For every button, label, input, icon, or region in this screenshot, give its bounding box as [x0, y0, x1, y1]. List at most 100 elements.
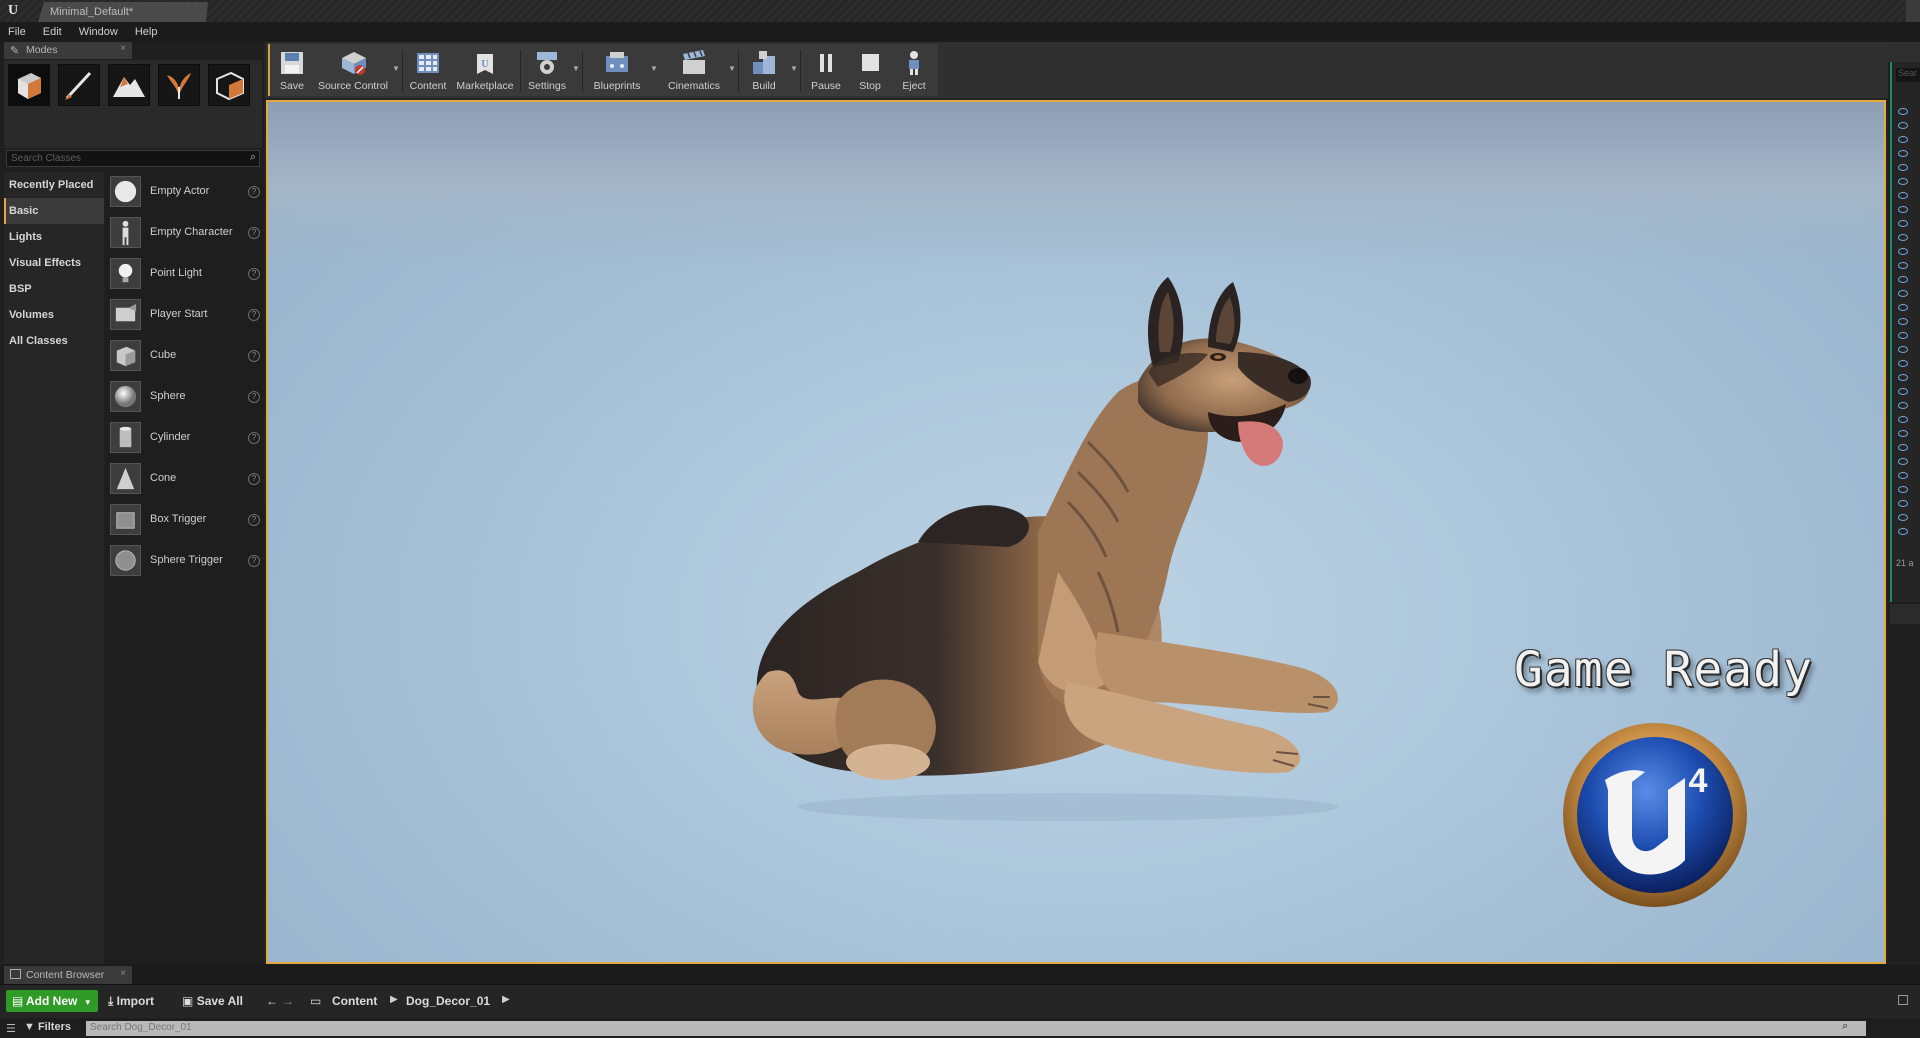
- dog-model-3d[interactable]: [738, 272, 1378, 842]
- lock-icon[interactable]: [1898, 995, 1908, 1005]
- visibility-eye-icon[interactable]: [1898, 206, 1908, 213]
- import-button[interactable]: ⤓ Import: [108, 994, 154, 1009]
- visibility-eye-icon[interactable]: [1898, 416, 1908, 423]
- geometry-mode-button[interactable]: [208, 64, 250, 106]
- forward-arrow-icon[interactable]: →: [282, 994, 294, 1008]
- blueprints-button[interactable]: Blueprints: [586, 46, 648, 96]
- help-icon[interactable]: ?: [248, 268, 260, 280]
- visibility-eye-icon[interactable]: [1898, 262, 1908, 269]
- sources-toggle-icon[interactable]: ☰: [6, 1022, 16, 1035]
- visibility-eye-icon[interactable]: [1898, 346, 1908, 353]
- visibility-eye-icon[interactable]: [1898, 528, 1908, 535]
- outliner-tab-strip[interactable]: [1888, 42, 1920, 62]
- category-volumes[interactable]: Volumes: [4, 302, 104, 328]
- help-icon[interactable]: ?: [248, 514, 260, 526]
- list-item[interactable]: Empty Character ?: [110, 215, 260, 251]
- visibility-eye-icon[interactable]: [1898, 444, 1908, 451]
- pause-button[interactable]: Pause: [806, 46, 846, 96]
- visibility-eye-icon[interactable]: [1898, 500, 1908, 507]
- close-icon[interactable]: ×: [120, 43, 126, 54]
- list-item[interactable]: Sphere ?: [110, 379, 260, 415]
- save-button[interactable]: Save: [272, 46, 312, 96]
- visibility-eye-icon[interactable]: [1898, 472, 1908, 479]
- source-control-button[interactable]: Source Control: [316, 46, 390, 96]
- list-item[interactable]: Cylinder ?: [110, 420, 260, 456]
- cinematics-button[interactable]: Cinematics: [660, 46, 728, 96]
- visibility-eye-icon[interactable]: [1898, 360, 1908, 367]
- help-icon[interactable]: ?: [248, 309, 260, 321]
- visibility-eye-icon[interactable]: [1898, 108, 1908, 115]
- level-document-tab[interactable]: Minimal_Default*: [38, 2, 208, 22]
- window-control-button[interactable]: [1906, 0, 1920, 22]
- list-item[interactable]: Sphere Trigger ?: [110, 543, 260, 579]
- help-icon[interactable]: ?: [248, 350, 260, 362]
- category-lights[interactable]: Lights: [4, 224, 104, 250]
- visibility-eye-icon[interactable]: [1898, 136, 1908, 143]
- visibility-eye-icon[interactable]: [1898, 304, 1908, 311]
- help-icon[interactable]: ?: [248, 473, 260, 485]
- visibility-eye-icon[interactable]: [1898, 276, 1908, 283]
- visibility-eye-icon[interactable]: [1898, 192, 1908, 199]
- paint-mode-button[interactable]: [58, 64, 100, 106]
- add-new-button[interactable]: ▤ Add New ▼: [6, 990, 98, 1012]
- help-icon[interactable]: ?: [248, 227, 260, 239]
- visibility-eye-icon[interactable]: [1898, 150, 1908, 157]
- marketplace-button[interactable]: U Marketplace: [454, 46, 516, 96]
- breadcrumb-separator-icon[interactable]: ▶: [502, 994, 510, 1005]
- breadcrumb-content[interactable]: Content: [332, 994, 377, 1008]
- visibility-eye-icon[interactable]: [1898, 332, 1908, 339]
- chevron-down-icon[interactable]: ▼: [790, 64, 798, 73]
- content-browser-tab[interactable]: Content Browser ×: [4, 966, 132, 984]
- visibility-eye-icon[interactable]: [1898, 164, 1908, 171]
- search-classes-input[interactable]: Search Classes ⌕: [6, 150, 260, 167]
- category-all-classes[interactable]: All Classes: [4, 328, 104, 354]
- visibility-eye-icon[interactable]: [1898, 514, 1908, 521]
- list-item[interactable]: Player Start ?: [110, 297, 260, 333]
- chevron-down-icon[interactable]: ▼: [392, 64, 400, 73]
- visibility-eye-icon[interactable]: [1898, 220, 1908, 227]
- visibility-eye-icon[interactable]: [1898, 178, 1908, 185]
- filters-button[interactable]: ▼ Filters: [24, 1021, 71, 1033]
- chevron-down-icon[interactable]: ▼: [650, 64, 658, 73]
- visibility-eye-icon[interactable]: [1898, 430, 1908, 437]
- visibility-eye-icon[interactable]: [1898, 402, 1908, 409]
- foliage-mode-button[interactable]: [158, 64, 200, 106]
- list-item[interactable]: Empty Actor ?: [110, 174, 260, 210]
- save-all-button[interactable]: ▣ Save All: [182, 994, 243, 1008]
- list-item[interactable]: Cube ?: [110, 338, 260, 374]
- asset-search-input[interactable]: Search Dog_Decor_01: [86, 1021, 1866, 1036]
- list-item[interactable]: Point Light ?: [110, 256, 260, 292]
- help-icon[interactable]: ?: [248, 432, 260, 444]
- menu-help[interactable]: Help: [135, 22, 158, 42]
- help-icon[interactable]: ?: [248, 555, 260, 567]
- content-button[interactable]: Content: [406, 46, 450, 96]
- menu-edit[interactable]: Edit: [43, 22, 62, 42]
- close-icon[interactable]: ×: [120, 968, 126, 979]
- visibility-eye-icon[interactable]: [1898, 122, 1908, 129]
- eject-button[interactable]: Eject: [894, 46, 934, 96]
- category-basic[interactable]: Basic: [4, 198, 104, 224]
- list-item[interactable]: Cone ?: [110, 461, 260, 497]
- landscape-mode-button[interactable]: [108, 64, 150, 106]
- build-button[interactable]: Build: [742, 46, 786, 96]
- visibility-eye-icon[interactable]: [1898, 318, 1908, 325]
- menu-window[interactable]: Window: [79, 22, 118, 42]
- visibility-eye-icon[interactable]: [1898, 458, 1908, 465]
- chevron-down-icon[interactable]: ▼: [728, 64, 736, 73]
- help-icon[interactable]: ?: [248, 391, 260, 403]
- category-visual-effects[interactable]: Visual Effects: [4, 250, 104, 276]
- visibility-eye-icon[interactable]: [1898, 234, 1908, 241]
- stop-button[interactable]: Stop: [850, 46, 890, 96]
- visibility-eye-icon[interactable]: [1898, 486, 1908, 493]
- chevron-down-icon[interactable]: ▼: [572, 64, 580, 73]
- level-viewport[interactable]: Game Ready 4: [266, 100, 1886, 964]
- list-item[interactable]: Box Trigger ?: [110, 502, 260, 538]
- visibility-eye-icon[interactable]: [1898, 374, 1908, 381]
- outliner-search-input[interactable]: Sear: [1896, 68, 1920, 82]
- details-panel-tab[interactable]: [1890, 604, 1920, 624]
- breadcrumb-separator-icon[interactable]: ▶: [390, 994, 398, 1005]
- help-icon[interactable]: ?: [248, 186, 260, 198]
- breadcrumb-dog-decor[interactable]: Dog_Decor_01: [406, 994, 490, 1008]
- category-bsp[interactable]: BSP: [4, 276, 104, 302]
- back-arrow-icon[interactable]: ←: [266, 994, 278, 1008]
